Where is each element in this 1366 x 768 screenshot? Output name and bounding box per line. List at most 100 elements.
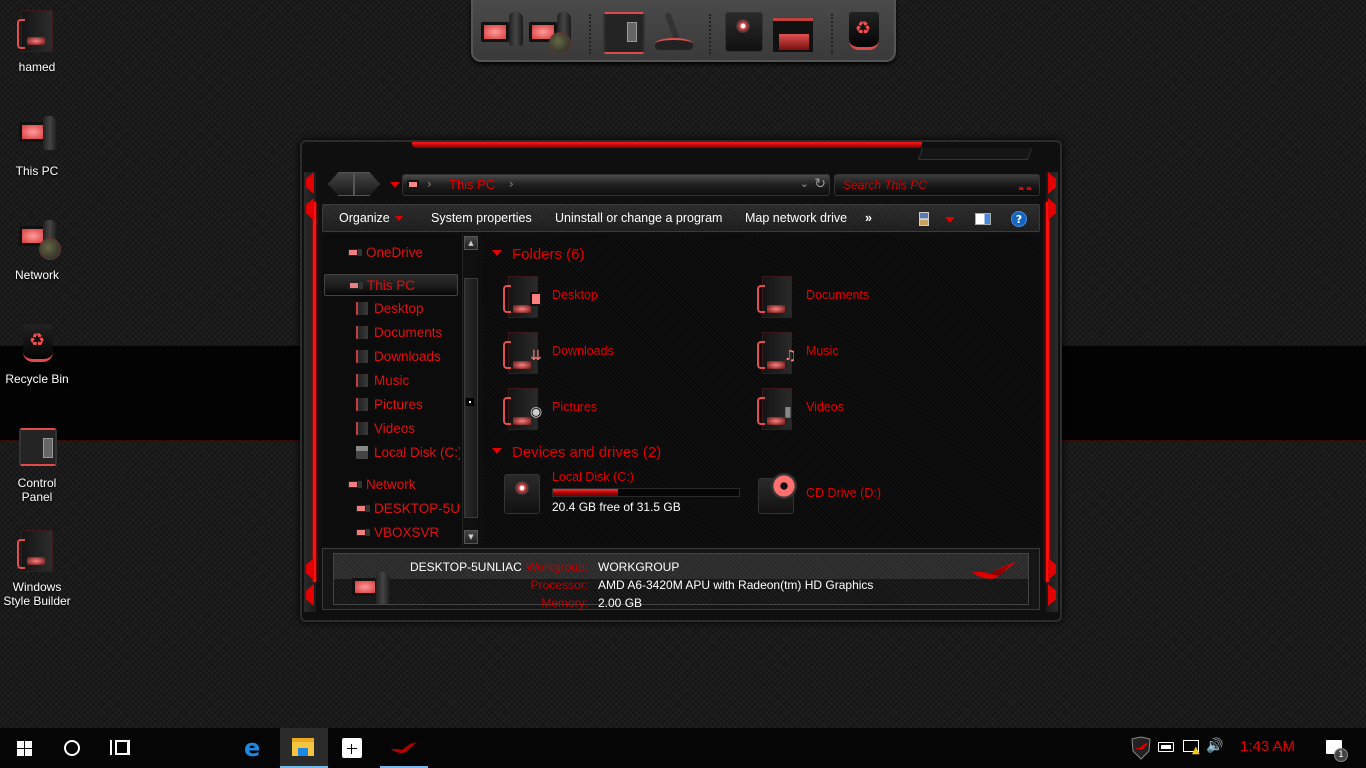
breadcrumb-separator[interactable]: › — [427, 177, 432, 191]
nav-item-desktop[interactable]: Desktop — [322, 298, 460, 320]
view-options-dropdown[interactable] — [945, 217, 955, 223]
computer-icon — [352, 572, 398, 612]
taskbar: e ▲ 🔊 1:43 AM 1 — [0, 728, 1366, 768]
change-view-icon[interactable] — [919, 212, 929, 226]
rog-shield-tray-icon[interactable] — [1130, 736, 1152, 760]
nav-pane-scrollbar[interactable]: ▲ ▼ — [462, 234, 478, 546]
drive-icon[interactable] — [721, 8, 767, 54]
nav-item-onedrive[interactable]: OneDrive — [322, 242, 460, 264]
style-builder-icon — [13, 528, 61, 576]
refresh-icon[interactable]: ↻ — [814, 176, 826, 192]
organize-button[interactable]: Organize — [339, 211, 403, 225]
network-warning-icon[interactable]: ▲ — [1183, 740, 1200, 756]
user-folder-icon — [13, 8, 61, 56]
workgroup-value: WORKGROUP — [598, 560, 680, 574]
desktop-icon-this-pc[interactable]: This PC — [0, 112, 74, 178]
desktop-icon-hamed[interactable]: hamed — [0, 8, 74, 74]
folder-videos[interactable]: ▮ Videos — [754, 386, 984, 436]
drive-icon — [356, 446, 368, 459]
task-view-button[interactable] — [96, 728, 144, 768]
computer-icon — [407, 180, 419, 189]
nav-item-label: DESKTOP-5UNLIAC — [374, 501, 460, 516]
nav-item-downloads[interactable]: Downloads — [322, 346, 460, 368]
system-properties-button[interactable]: System properties — [431, 211, 532, 225]
start-button[interactable] — [0, 728, 48, 768]
desktop-icon-control-panel[interactable]: Control Panel — [0, 424, 74, 504]
taskbar-edge[interactable]: e — [232, 728, 280, 768]
recent-locations-dropdown[interactable] — [390, 182, 400, 188]
battery-icon[interactable] — [1158, 742, 1174, 752]
downloads-folder-icon: ⇊ — [500, 330, 546, 378]
taskbar-file-explorer[interactable] — [280, 728, 328, 768]
preview-pane-icon[interactable] — [975, 213, 991, 225]
command-bar: Organize System properties Uninstall or … — [322, 204, 1040, 232]
uninstall-program-button[interactable]: Uninstall or change a program — [555, 211, 722, 225]
map-network-drive-button[interactable]: Map network drive — [745, 211, 847, 225]
folder-music[interactable]: ♫ Music — [754, 330, 984, 380]
folder-desktop[interactable]: Desktop — [500, 274, 730, 324]
content-pane: Folders (6) Desktop Documents ⇊ Download… — [482, 234, 1040, 546]
icon-dock — [471, 0, 896, 62]
breadcrumb-this-pc[interactable]: This PC — [449, 177, 495, 192]
cd-drive-icon — [758, 473, 797, 514]
nav-item-vboxsvr[interactable]: VBOXSVR — [322, 522, 460, 544]
nav-item-label: Pictures — [374, 397, 423, 412]
group-header-drives[interactable]: Devices and drives (2) — [492, 444, 661, 461]
recycle-bin-icon[interactable] — [843, 8, 889, 54]
nav-item-label: OneDrive — [366, 245, 424, 260]
nav-item-label: Music — [374, 373, 410, 388]
breadcrumb-separator[interactable]: › — [509, 177, 514, 191]
address-bar[interactable]: › This PC › ⌄ ↻ — [402, 174, 830, 196]
group-header-folders[interactable]: Folders (6) — [492, 246, 585, 263]
search-placeholder: Search This PC — [843, 178, 928, 192]
desktop-icon-network[interactable]: Network — [0, 216, 74, 282]
nav-item-music[interactable]: Music — [322, 370, 460, 392]
nav-item-pictures[interactable]: Pictures — [322, 394, 460, 416]
desktop-icon-label: Control Panel — [17, 476, 57, 504]
search-input[interactable]: Search This PC — [834, 174, 1040, 196]
nav-item-local-disk[interactable]: Local Disk (C:) — [322, 442, 460, 464]
nav-item-label: Network — [366, 477, 416, 492]
search-icon[interactable] — [1019, 187, 1031, 190]
nav-item-network[interactable]: Network — [322, 474, 460, 496]
nav-item-videos[interactable]: Videos — [322, 418, 460, 440]
nav-item-documents[interactable]: Documents — [322, 322, 460, 344]
scroll-up-arrow-icon[interactable]: ▲ — [464, 236, 478, 250]
taskbar-store[interactable] — [328, 728, 376, 768]
forward-button[interactable] — [354, 172, 380, 196]
help-icon[interactable]: ? — [1011, 211, 1027, 227]
clock[interactable]: 1:43 AM — [1240, 738, 1295, 755]
drive-label: CD Drive (D:) — [806, 486, 881, 500]
nav-item-this-pc[interactable]: This PC — [324, 274, 458, 296]
drive-local-disk-c[interactable]: Local Disk (C:) 20.4 GB free of 31.5 GB — [500, 470, 750, 520]
computer-icon[interactable] — [479, 8, 525, 54]
folder-label: Documents — [806, 288, 870, 302]
pane-resize-handle[interactable] — [466, 398, 474, 406]
nav-item-label: Desktop — [374, 301, 424, 316]
chevron-down-icon[interactable]: ⌄ — [800, 177, 809, 190]
documents-folder-icon — [754, 274, 800, 322]
action-center-icon[interactable]: 1 — [1326, 740, 1348, 762]
desktop-icon-windows-style-builder[interactable]: Windows Style Builder — [0, 528, 74, 608]
folder-downloads[interactable]: ⇊ Downloads — [500, 330, 730, 380]
computer-icon — [349, 282, 359, 289]
volume-icon[interactable]: 🔊 — [1206, 738, 1223, 754]
joystick-icon[interactable] — [651, 8, 697, 54]
onedrive-icon — [348, 249, 358, 256]
taskbar-rog-app[interactable] — [380, 728, 428, 768]
back-button[interactable] — [328, 172, 354, 196]
folder-label: Downloads — [552, 344, 614, 358]
folder-pictures[interactable]: ◉ Pictures — [500, 386, 730, 436]
drive-cd-d[interactable]: CD Drive (D:) — [754, 470, 984, 520]
more-commands-button[interactable]: » — [865, 211, 872, 225]
folder-label: Pictures — [552, 400, 598, 414]
folder-documents[interactable]: Documents — [754, 274, 984, 324]
network-icon[interactable] — [527, 8, 573, 54]
scroll-down-arrow-icon[interactable]: ▼ — [464, 530, 478, 544]
folder-icon[interactable] — [769, 8, 815, 54]
control-panel-icon[interactable] — [601, 8, 647, 54]
nav-item-desktop-5unliac[interactable]: DESKTOP-5UNLIAC — [322, 498, 460, 520]
documents-folder-icon — [356, 326, 368, 339]
cortana-button[interactable] — [48, 728, 96, 768]
desktop-icon-recycle-bin[interactable]: Recycle Bin — [0, 320, 74, 386]
